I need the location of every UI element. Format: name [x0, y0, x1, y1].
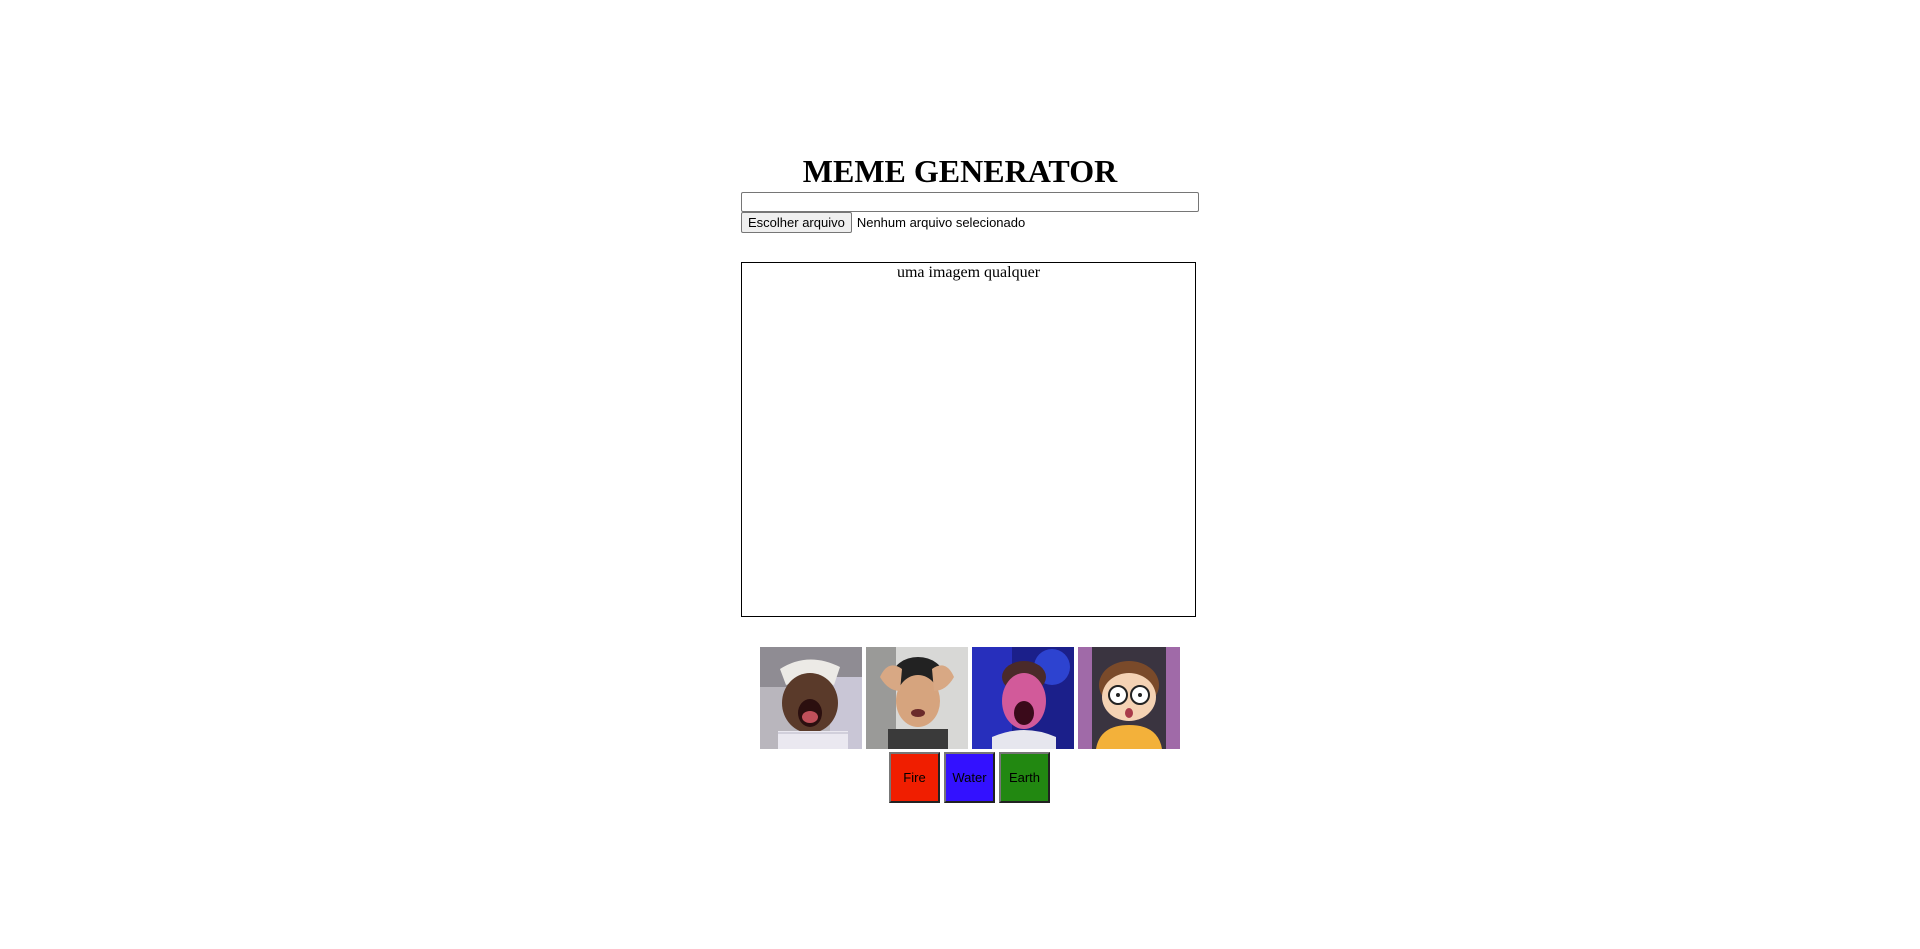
meme-thumbnail-laughing-man[interactable]: [760, 647, 862, 749]
water-button[interactable]: Water: [944, 752, 995, 803]
page-title: MEME GENERATOR: [802, 153, 1118, 189]
file-input: Escolher arquivo Nenhum arquivo selecion…: [741, 212, 1025, 233]
meme-image: uma imagem qualquer: [897, 264, 1040, 282]
meme-image-container: uma imagem qualquer: [741, 262, 1196, 617]
meme-thumbnails: [760, 647, 1180, 749]
meme-thumbnail-cartoon-kid[interactable]: [1078, 647, 1180, 749]
border-style-buttons: Fire Water Earth: [889, 752, 1050, 803]
meme-thumbnail-shouting-man[interactable]: [972, 647, 1074, 749]
earth-button[interactable]: Earth: [999, 752, 1050, 803]
choose-file-button[interactable]: Escolher arquivo: [741, 212, 852, 233]
meme-thumbnail-confused-man[interactable]: [866, 647, 968, 749]
page: MEME GENERATOR Escolher arquivo Nenhum a…: [0, 0, 1920, 949]
meme-image-alt-text: uma imagem qualquer: [896, 264, 1041, 281]
fire-button[interactable]: Fire: [889, 752, 940, 803]
file-status-text: Nenhum arquivo selecionado: [856, 215, 1026, 230]
meme-text-input[interactable]: [741, 192, 1199, 212]
